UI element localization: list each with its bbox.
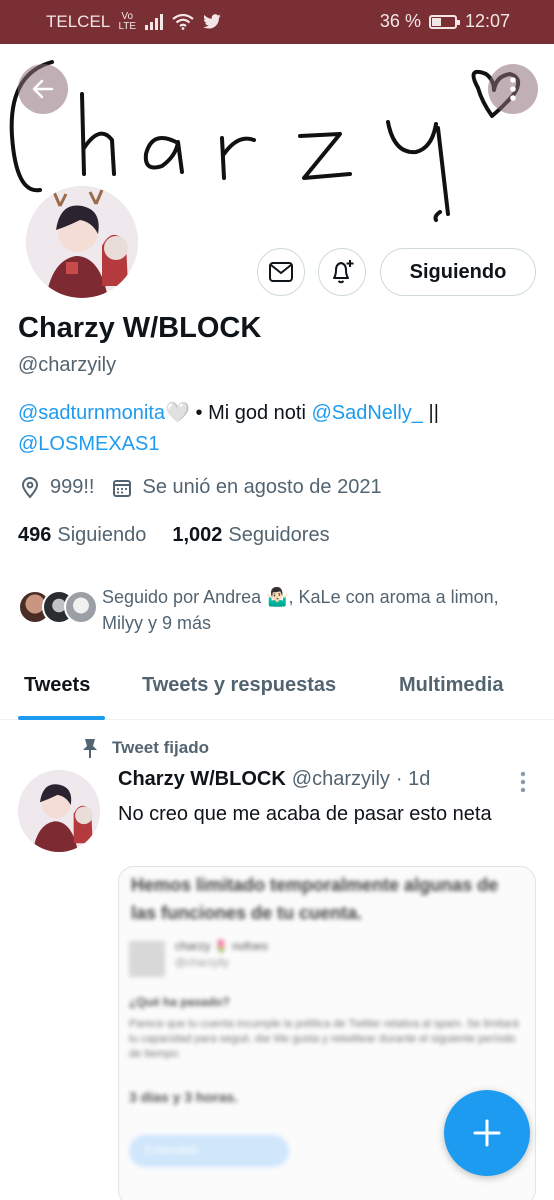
media-user: charzy 🌷 nofoes bbox=[175, 939, 268, 953]
pinned-label: Tweet fijado bbox=[80, 737, 209, 759]
following-button[interactable]: Siguiendo bbox=[380, 248, 536, 296]
wifi-icon bbox=[172, 14, 194, 30]
tweet-avatar-illustration bbox=[18, 770, 100, 852]
battery-percent: 36 % bbox=[379, 11, 421, 31]
volte-label: Vo LTE bbox=[118, 11, 137, 32]
avatar-illustration bbox=[26, 186, 138, 298]
tab-tweets[interactable]: Tweets bbox=[24, 674, 90, 697]
bio-separator: || bbox=[422, 402, 439, 424]
tweet-author[interactable]: Charzy W/BLOCK bbox=[118, 768, 286, 791]
more-options-button[interactable] bbox=[488, 64, 538, 114]
bio-mention-sadnelly[interactable]: @SadNelly_ bbox=[311, 402, 422, 424]
media-title: Hemos limitado temporalmente algunas de … bbox=[131, 875, 499, 923]
back-arrow-icon bbox=[32, 79, 54, 99]
media-user-handle: @charzyily bbox=[175, 957, 229, 969]
back-button[interactable] bbox=[18, 64, 68, 114]
more-vertical-icon bbox=[520, 771, 526, 793]
tweet-time: · 1d bbox=[395, 768, 431, 790]
tab-media[interactable]: Multimedia bbox=[399, 674, 503, 697]
calendar-icon bbox=[112, 478, 132, 498]
twitter-bird-icon bbox=[203, 14, 222, 29]
pin-icon bbox=[83, 739, 97, 758]
following-count: 496 bbox=[18, 524, 52, 546]
mail-icon bbox=[269, 262, 293, 282]
profile-location: 999!! bbox=[50, 476, 95, 498]
following-stat[interactable]: 496 Siguiendo bbox=[18, 524, 146, 547]
signal-icon bbox=[145, 14, 164, 30]
followers-count: 1,002 bbox=[172, 524, 223, 546]
tweet-header: Charzy W/BLOCK @charzyily · 1d bbox=[118, 768, 430, 791]
media-avatar bbox=[129, 941, 165, 977]
active-tab-indicator bbox=[18, 716, 105, 720]
notifications-button[interactable] bbox=[318, 248, 366, 296]
bio-text: • Mi god noti bbox=[189, 402, 312, 424]
follower-avatar-3 bbox=[64, 590, 98, 624]
tweet-avatar[interactable] bbox=[18, 770, 100, 852]
followers-label: Seguidores bbox=[228, 524, 330, 546]
pinned-label-text: Tweet fijado bbox=[112, 738, 209, 757]
followers-stat[interactable]: 1,002 Seguidores bbox=[172, 524, 329, 547]
compose-tweet-button[interactable] bbox=[444, 1090, 530, 1176]
more-vertical-icon bbox=[510, 77, 516, 101]
profile-meta: 999!! Se unió en agosto de 2021 bbox=[20, 476, 382, 499]
clock: 12:07 bbox=[464, 11, 510, 31]
profile-handle: @charzyily bbox=[18, 354, 117, 376]
tweet-handle: @charzyily bbox=[291, 768, 390, 790]
tweet-text: No creo que me acaba de pasar esto neta bbox=[118, 803, 492, 825]
bio-heart-emoji: 🤍 bbox=[165, 402, 190, 424]
media-duration: 3 días y 3 horas. bbox=[129, 1089, 238, 1105]
media-button: Entendido bbox=[129, 1135, 289, 1167]
profile-joined: Se unió en agosto de 2021 bbox=[142, 476, 382, 498]
plus-icon bbox=[473, 1119, 501, 1147]
message-button[interactable] bbox=[257, 248, 305, 296]
profile-name: Charzy W/BLOCK bbox=[18, 312, 262, 344]
media-body: Parece que tu cuenta incumple la polític… bbox=[129, 1018, 519, 1060]
profile-avatar[interactable] bbox=[22, 182, 142, 302]
status-bar: TELCEL Vo LTE 36 % 12:07 bbox=[0, 0, 554, 44]
location-pin-icon bbox=[20, 476, 40, 499]
bio-mention-sadturnmonita[interactable]: @sadturnmonita bbox=[18, 402, 165, 424]
profile-tabs: Tweets Tweets y respuestas Multimedia bbox=[0, 660, 554, 720]
battery-icon bbox=[428, 14, 460, 29]
bio-mention-losmexas[interactable]: @LOSMEXAS1 bbox=[18, 433, 159, 455]
following-label: Siguiendo bbox=[57, 524, 147, 546]
tab-tweets-replies[interactable]: Tweets y respuestas bbox=[142, 674, 336, 697]
profile-stats: 496 Siguiendo 1,002 Seguidores bbox=[18, 524, 330, 547]
media-question: ¿Qué ha pasado? bbox=[129, 995, 230, 1009]
tweet-more-button[interactable] bbox=[518, 770, 528, 794]
followed-by-text: Seguido por Andrea 🤷🏻‍♂️, KaLe con aroma… bbox=[102, 587, 499, 633]
bell-plus-icon bbox=[333, 260, 354, 284]
profile-bio: @sadturnmonita🤍 • Mi god noti @SadNelly_… bbox=[18, 398, 538, 460]
carrier-label: TELCEL bbox=[46, 12, 111, 31]
